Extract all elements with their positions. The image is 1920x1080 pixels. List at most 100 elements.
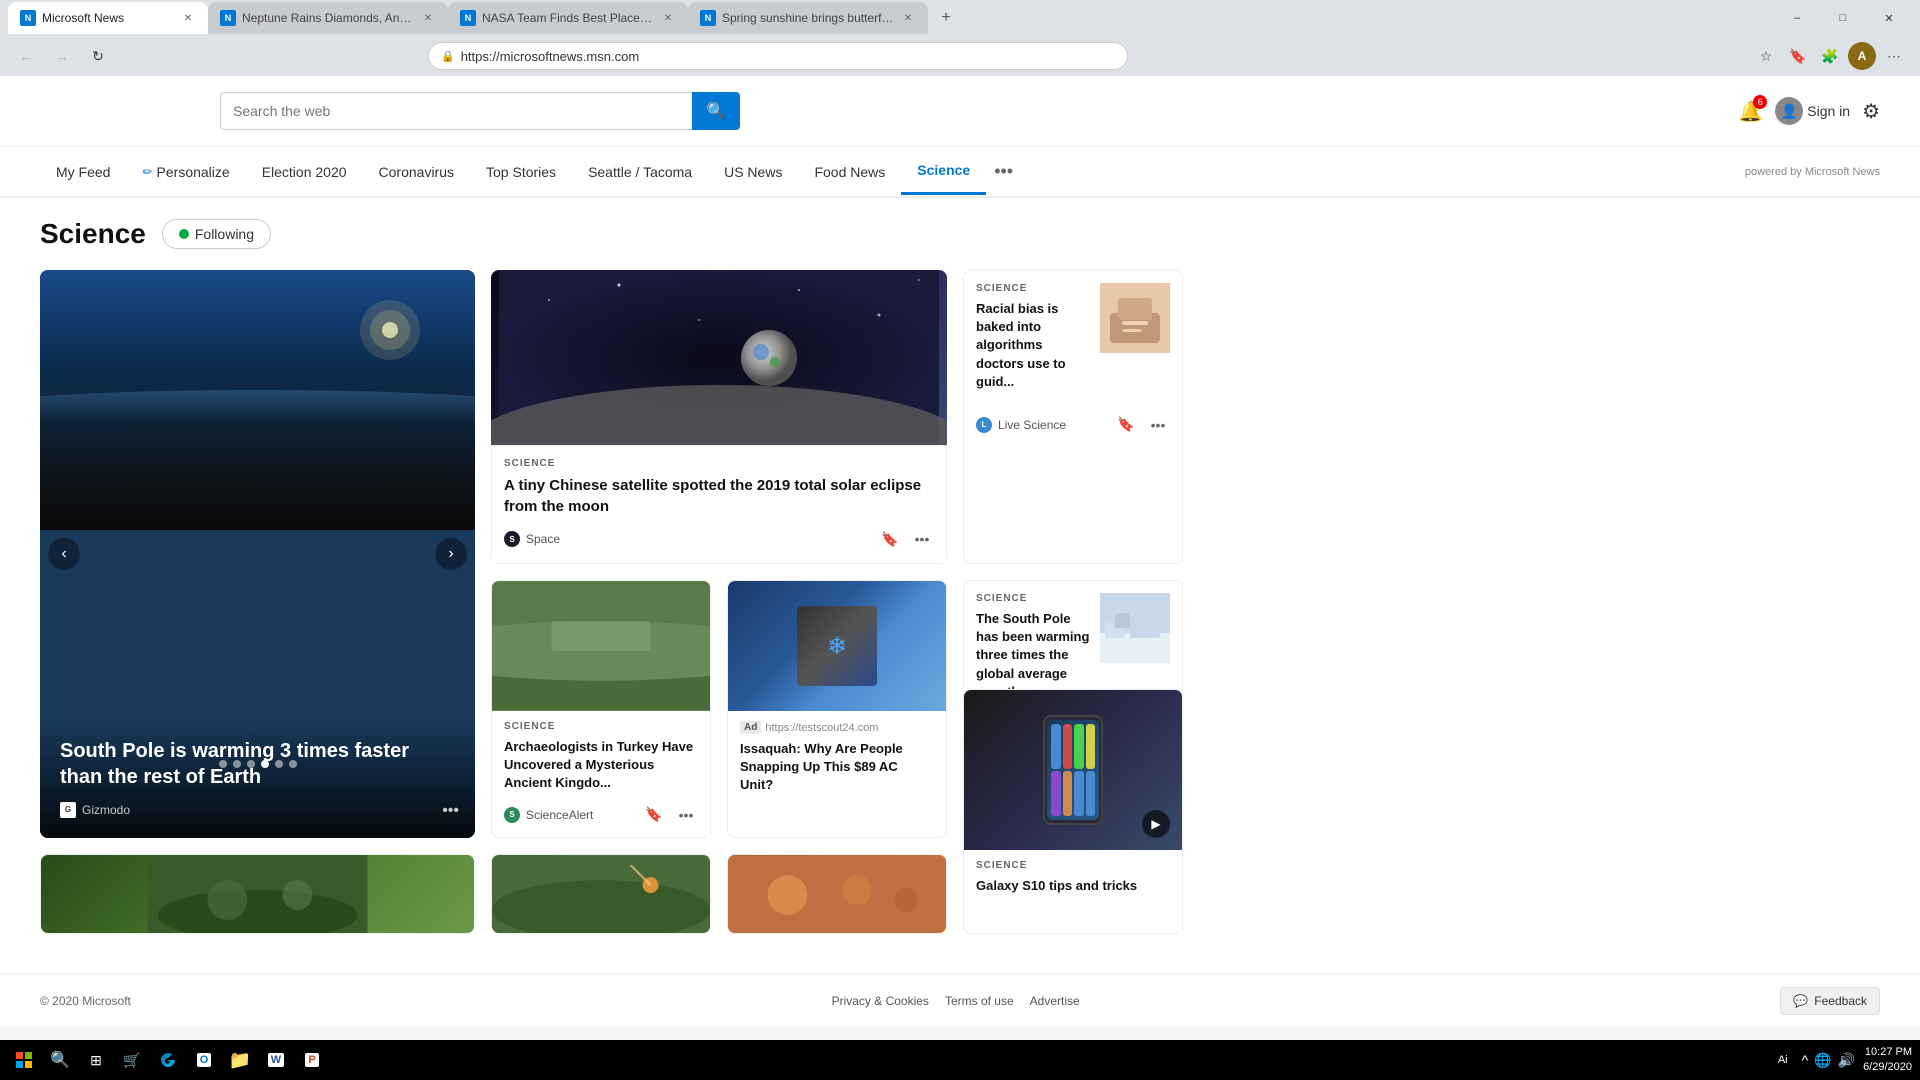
minimize-button[interactable]: – (1774, 0, 1820, 36)
privacy-link[interactable]: Privacy & Cookies (832, 994, 929, 1008)
search-input[interactable] (220, 92, 692, 130)
tab-close-1[interactable]: ✕ (180, 10, 196, 26)
app-icon-7 (1074, 771, 1084, 816)
tab-close-3[interactable]: ✕ (660, 10, 676, 26)
more-racial[interactable]: ••• (1146, 413, 1170, 437)
taskbar-store-icon[interactable]: 🛒 (116, 1044, 148, 1076)
bookmark-racial[interactable]: 🔖 (1114, 413, 1138, 437)
advertise-link[interactable]: Advertise (1030, 994, 1080, 1008)
terms-link[interactable]: Terms of use (945, 994, 1014, 1008)
dot-6[interactable] (289, 760, 297, 768)
settings-menu-icon[interactable]: ⋯ (1880, 42, 1908, 70)
dot-1[interactable] (219, 760, 227, 768)
featured-card[interactable]: ‹ › South Pole is warming 3 times faster… (40, 270, 475, 838)
bookmark-archaeology[interactable]: 🔖 (642, 803, 666, 827)
featured-next-button[interactable]: › (435, 538, 467, 570)
science-main-image (491, 270, 947, 445)
tab-nasa[interactable]: N NASA Team Finds Best Place Fo... ✕ (448, 2, 688, 34)
collections-icon[interactable]: 🔖 (1784, 42, 1812, 70)
more-options-button-1[interactable]: ••• (910, 527, 934, 551)
taskbar-search-icon[interactable]: 🔍 (44, 1044, 76, 1076)
tray-speaker-icon[interactable]: 🔊 (1838, 1052, 1855, 1069)
bookmark-star-icon[interactable]: ☆ (1752, 42, 1780, 70)
taskbar-ai-label[interactable]: Ai (1772, 1052, 1794, 1068)
search-button[interactable]: 🔍 (692, 92, 740, 130)
copyright-text: © 2020 Microsoft (40, 994, 131, 1008)
dot-5[interactable] (275, 760, 283, 768)
refresh-button[interactable]: ↻ (84, 42, 112, 70)
taskbar-powerpoint-icon[interactable]: P (296, 1044, 328, 1076)
tab-neptune[interactable]: N Neptune Rains Diamonds, And... ✕ (208, 2, 448, 34)
taskbar-outlook-icon[interactable]: O (188, 1044, 220, 1076)
bottom-card-1[interactable] (40, 854, 475, 934)
tab-title-1: Microsoft News (42, 11, 174, 25)
taskbar-clock[interactable]: 10:27 PM 6/29/2020 (1863, 1045, 1912, 1076)
start-button[interactable] (8, 1044, 40, 1076)
nav-menu: My Feed ✏ Personalize Election 2020 Coro… (0, 147, 1920, 198)
profile-account-icon[interactable]: A (1848, 42, 1876, 70)
sponsor-card[interactable]: ❄ Ad https://testscout24.com Issaquah: W… (727, 580, 947, 838)
play-button[interactable]: ▶ (1142, 810, 1170, 838)
taskbar-explorer-icon[interactable]: 📁 (224, 1044, 256, 1076)
featured-more-button[interactable]: ••• (442, 802, 459, 820)
archaeology-card[interactable]: SCIENCE Archaeologists in Turkey Have Un… (491, 580, 711, 838)
taskbar-edge-icon[interactable] (152, 1044, 184, 1076)
tab-spring[interactable]: N Spring sunshine brings butterfl... ✕ (688, 2, 928, 34)
nav-item-usnews[interactable]: US News (708, 150, 798, 194)
tab-microsoft-news[interactable]: N Microsoft News ✕ (8, 2, 208, 34)
racial-card-title: Racial bias is baked into algorithms doc… (976, 300, 1090, 391)
tray-network-icon[interactable]: 🌐 (1814, 1052, 1831, 1069)
forward-button[interactable]: → (48, 42, 76, 70)
back-button[interactable]: ← (12, 42, 40, 70)
tray-icons: ^ 🌐 🔊 (1802, 1052, 1855, 1069)
bookmark-button-1[interactable]: 🔖 (878, 527, 902, 551)
following-button[interactable]: Following (162, 219, 271, 249)
bottom-card-2[interactable] (491, 854, 711, 934)
notification-badge: 6 (1753, 95, 1767, 109)
sign-in-button[interactable]: 👤 Sign in (1775, 97, 1850, 125)
feedback-button[interactable]: 💬 Feedback (1780, 987, 1880, 1015)
nav-item-topstories[interactable]: Top Stories (470, 150, 572, 194)
tab-close-2[interactable]: ✕ (420, 10, 436, 26)
dot-4[interactable] (261, 760, 269, 768)
nav-item-personalize[interactable]: ✏ Personalize (126, 150, 245, 194)
featured-prev-button[interactable]: ‹ (48, 538, 80, 570)
racial-card-actions: 🔖 ••• (1114, 413, 1170, 437)
tab-favicon-3: N (460, 10, 476, 26)
archaeology-source: S ScienceAlert (504, 807, 593, 823)
featured-source-name: Gizmodo (82, 803, 130, 817)
nav-item-foodnews[interactable]: Food News (798, 150, 901, 194)
taskbar-word-icon[interactable]: W (260, 1044, 292, 1076)
science-main-card[interactable]: SCIENCE A tiny Chinese satellite spotted… (491, 270, 947, 564)
new-tab-button[interactable]: + (932, 4, 960, 32)
archaeology-content: SCIENCE Archaeologists in Turkey Have Un… (492, 711, 710, 837)
nav-item-election[interactable]: Election 2020 (246, 150, 363, 194)
side-card-racial-bias[interactable]: SCIENCE Racial bias is baked into algori… (963, 270, 1183, 564)
more-archaeology[interactable]: ••• (674, 803, 698, 827)
dot-3[interactable] (247, 760, 255, 768)
nav-item-science[interactable]: Science (901, 148, 986, 195)
dot-2[interactable] (233, 760, 241, 768)
tray-chevron-icon[interactable]: ^ (1802, 1052, 1809, 1068)
science-main-tag: SCIENCE (504, 458, 934, 469)
url-text[interactable]: https://microsoftnews.msn.com (461, 49, 639, 64)
address-bar-icons: ☆ 🔖 🧩 A ⋯ (1752, 42, 1908, 70)
following-dot-icon (179, 229, 189, 239)
nav-item-myfeed[interactable]: My Feed (40, 150, 126, 194)
close-button[interactable]: ✕ (1866, 0, 1912, 36)
nav-item-coronavirus[interactable]: Coronavirus (363, 150, 470, 194)
settings-gear-icon[interactable]: ⚙ (1862, 99, 1880, 124)
notification-bell[interactable]: 🔔 6 (1738, 99, 1763, 124)
side-card-racial-text: SCIENCE Racial bias is baked into algori… (976, 283, 1090, 401)
sponsor-title: Issaquah: Why Are People Snapping Up Thi… (740, 740, 934, 795)
galaxy-s10-card[interactable]: ▶ SCIENCE Galaxy S10 tips and tricks (963, 689, 1183, 934)
tab-close-4[interactable]: ✕ (900, 10, 916, 26)
extensions-icon[interactable]: 🧩 (1816, 42, 1844, 70)
nav-more-button[interactable]: ••• (986, 147, 1021, 196)
bottom-card-3[interactable] (727, 854, 947, 934)
taskbar-task-view-icon[interactable]: ⊞ (80, 1044, 112, 1076)
url-bar[interactable]: 🔒 https://microsoftnews.msn.com (428, 42, 1128, 70)
nav-item-seattle[interactable]: Seattle / Tacoma (572, 150, 708, 194)
tab-favicon-1: N (20, 10, 36, 26)
maximize-button[interactable]: □ (1820, 0, 1866, 36)
